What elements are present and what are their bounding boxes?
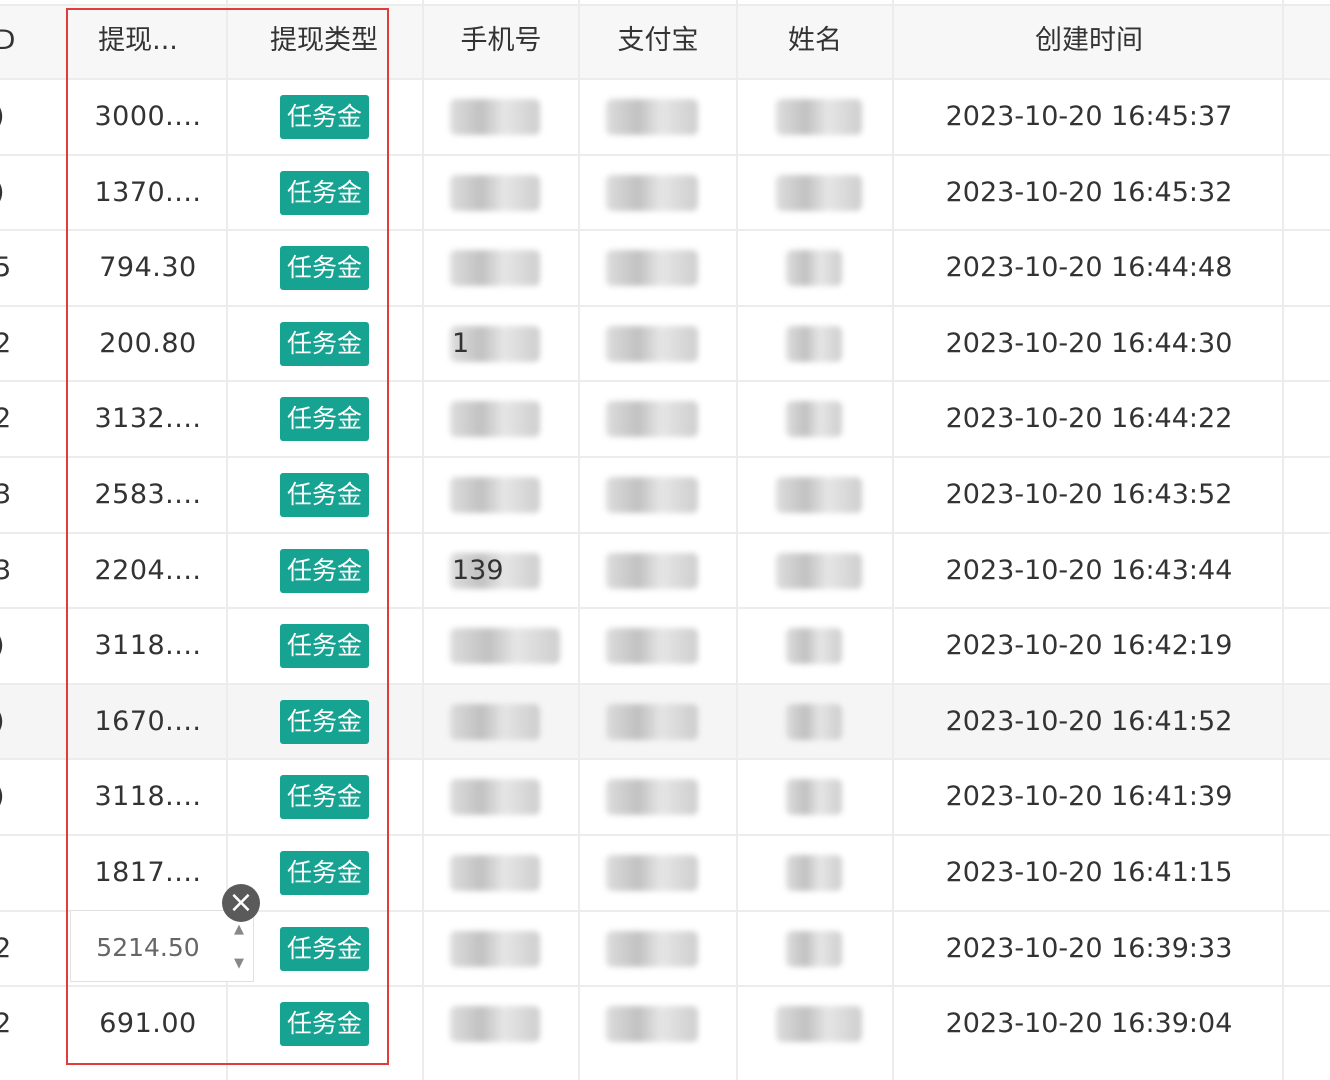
masked-alipay [606,930,698,967]
column-divider [892,0,894,1080]
masked-name [786,855,842,891]
cell-created-time: 2023-10-20 16:43:44 [945,554,1233,586]
cell-created-time: 2023-10-20 16:45:37 [945,101,1233,132]
masked-alipay [606,779,698,816]
cell-phone-visible [452,836,512,910]
cell-id: 2 [0,1008,12,1040]
masked-name [786,628,842,665]
amount-inline-editor[interactable]: ▲ ▼ [70,910,254,983]
cell-id: ) [0,609,14,683]
cell-created-time: 2023-10-20 16:44:22 [945,403,1233,435]
masked-name [786,779,842,816]
cell-id: ) [0,80,14,154]
column-divider [578,0,580,1080]
masked-name [776,477,862,513]
masked-alipay [606,99,698,135]
cell-phone-visible [452,609,512,683]
cell-id: ) [0,685,14,759]
masked-name [776,552,862,589]
cell-phone-visible [452,231,512,305]
cell-phone-visible [452,987,512,1061]
cell-id [0,836,14,910]
cell-created-time: 2023-10-20 16:43:52 [945,479,1233,510]
masked-alipay [606,325,698,362]
cell-created-time: 2023-10-20 16:44:30 [945,327,1233,359]
cell-created-time: 2023-10-20 16:39:33 [945,932,1233,964]
cell-created-time: 2023-10-20 16:39:04 [945,1008,1233,1040]
column-divider [736,0,738,1080]
column-header-id[interactable]: D [0,4,20,78]
cell-id: 2 [0,932,12,964]
masked-alipay [606,250,698,287]
column-header-created[interactable]: 创建时间 [894,4,1284,78]
cell-phone-visible [452,458,512,532]
masked-name [786,401,842,438]
masked-alipay [606,552,698,589]
masked-alipay [606,401,698,438]
cell-id: 2 [0,403,12,435]
cell-id: 3 [0,554,12,586]
masked-name [786,930,842,967]
cell-phone-visible [452,685,512,759]
masked-name [786,703,842,740]
cell-phone-visible [452,382,512,456]
column-header-alipay[interactable]: 支付宝 [580,4,736,78]
cell-phone-visible [452,760,512,834]
masked-name [776,174,862,211]
cell-created-time: 2023-10-20 16:42:19 [945,630,1233,662]
masked-alipay [606,703,698,740]
masked-name [786,325,842,362]
cell-id: ) [0,760,14,834]
masked-name [786,250,842,287]
masked-alipay [606,1006,698,1043]
cell-id: 5 [0,252,12,284]
cell-created-time: 2023-10-20 16:41:52 [945,705,1233,737]
cell-phone-visible: 1 [452,327,470,359]
column-divider [422,0,424,1080]
cell-phone-visible [452,156,512,230]
cell-phone-visible [452,80,512,154]
spin-up-icon[interactable]: ▲ [231,923,247,937]
cell-created-time: 2023-10-20 16:41:39 [945,781,1233,813]
column-divider [1282,0,1284,1080]
cell-id: 3 [0,479,12,510]
masked-alipay [606,855,698,891]
column-header-phone[interactable]: 手机号 [424,4,578,78]
cell-phone-visible [452,912,512,986]
masked-name [776,1006,862,1043]
cell-created-time: 2023-10-20 16:45:32 [945,176,1233,208]
cell-created-time: 2023-10-20 16:41:15 [945,857,1233,888]
close-icon[interactable]: × [222,884,260,922]
cell-created-time: 2023-10-20 16:44:48 [945,252,1233,284]
masked-alipay [606,477,698,513]
cell-phone-visible: 139 [452,554,504,586]
column-header-name[interactable]: 姓名 [738,4,892,78]
cell-id: ) [0,156,14,230]
cell-id: 2 [0,327,12,359]
spin-down-icon[interactable]: ▼ [231,957,247,971]
masked-name [776,99,862,135]
amount-input[interactable] [71,911,225,983]
masked-alipay [606,628,698,665]
masked-alipay [606,174,698,211]
